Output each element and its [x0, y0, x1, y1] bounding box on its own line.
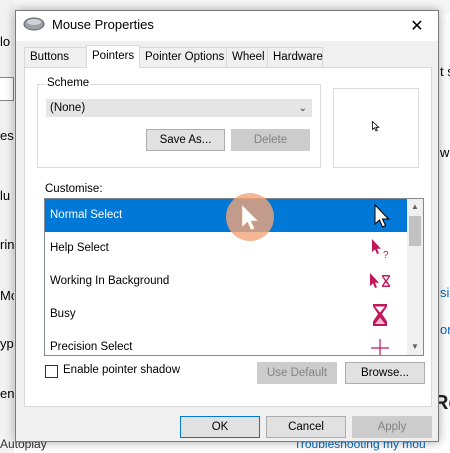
save-as-button[interactable]: Save As... [146, 129, 225, 151]
hourglass-icon [373, 304, 387, 326]
list-item-label: Normal Select [50, 209, 123, 221]
arrow-cursor-preview-icon [372, 121, 380, 132]
list-item-busy[interactable]: Busy [45, 298, 407, 331]
tab-hardware[interactable]: Hardware [267, 47, 323, 67]
scheme-selected-value: (None) [50, 102, 86, 114]
dialog-title: Mouse Properties [52, 17, 154, 32]
bg-text-fragment: lu [0, 188, 11, 203]
help-cursor-icon: ? [372, 239, 389, 261]
use-default-button[interactable]: Use Default [257, 362, 337, 384]
tab-pointer-options[interactable]: Pointer Options [139, 47, 227, 67]
cursor-preview [333, 88, 419, 168]
bg-link-fragment[interactable]: siz [440, 285, 450, 300]
list-item-label: Help Select [50, 242, 109, 254]
list-item-label: Busy [50, 308, 76, 320]
chevron-down-icon: ⌄ [298, 103, 307, 114]
close-button[interactable]: ✕ [396, 11, 438, 41]
list-item-precision-select[interactable]: Precision Select [45, 331, 407, 355]
mouse-icon [23, 17, 45, 31]
tab-wheel[interactable]: Wheel [226, 47, 268, 67]
list-item-label: Working In Background [50, 275, 170, 287]
bg-link-fragment[interactable]: ons [440, 322, 450, 337]
bg-text-fragment: es [0, 128, 14, 143]
working-cursor-icon [370, 273, 390, 288]
svg-text:?: ? [383, 250, 389, 261]
bg-text-fragment: t s [440, 64, 450, 79]
bg-text-fragment: w [440, 145, 450, 160]
list-scrollbar[interactable]: ▲ ▼ [407, 199, 423, 355]
pointers-panel: Scheme (None) ⌄ Save As... Delete Custom… [24, 67, 432, 407]
scheme-dropdown[interactable]: (None) ⌄ [46, 99, 312, 117]
scroll-down-arrow-icon[interactable]: ▼ [407, 339, 423, 355]
customise-label: Customise: [45, 183, 103, 195]
delete-button[interactable]: Delete [231, 129, 310, 151]
scheme-group: Scheme (None) ⌄ Save As... Delete [37, 77, 321, 168]
title-bar[interactable]: Mouse Properties ✕ [16, 11, 438, 41]
bg-text-fragment: yp [0, 336, 14, 351]
apply-button[interactable]: Apply [352, 416, 432, 438]
scroll-up-arrow-icon[interactable]: ▲ [407, 199, 423, 215]
list-item-label: Precision Select [50, 341, 133, 353]
bg-text-fragment: en [0, 386, 14, 401]
pointer-cursor-icon [241, 204, 259, 231]
list-item-working-in-background[interactable]: Working In Background [45, 265, 407, 298]
arrow-cursor-icon [374, 203, 390, 228]
touch-indicator [226, 193, 274, 241]
list-item-help-select[interactable]: Help Select ? [45, 232, 407, 265]
cancel-button[interactable]: Cancel [266, 416, 346, 438]
scroll-thumb[interactable] [409, 216, 421, 246]
tab-pointers[interactable]: Pointers [86, 45, 140, 68]
tab-buttons[interactable]: Buttons [24, 47, 87, 67]
close-icon: ✕ [410, 18, 424, 35]
bg-text-fragment: lo [0, 34, 11, 49]
scheme-label: Scheme [45, 77, 92, 89]
enable-pointer-shadow-checkbox[interactable] [45, 365, 58, 378]
crosshair-icon [371, 339, 389, 355]
bg-search-box [0, 77, 14, 101]
ok-button[interactable]: OK [180, 416, 260, 438]
bg-text-fragment: Mo [0, 288, 14, 303]
browse-button[interactable]: Browse... [345, 362, 425, 384]
enable-pointer-shadow-label[interactable]: Enable pointer shadow [63, 364, 180, 376]
bg-text-fragment: rin [0, 237, 14, 252]
